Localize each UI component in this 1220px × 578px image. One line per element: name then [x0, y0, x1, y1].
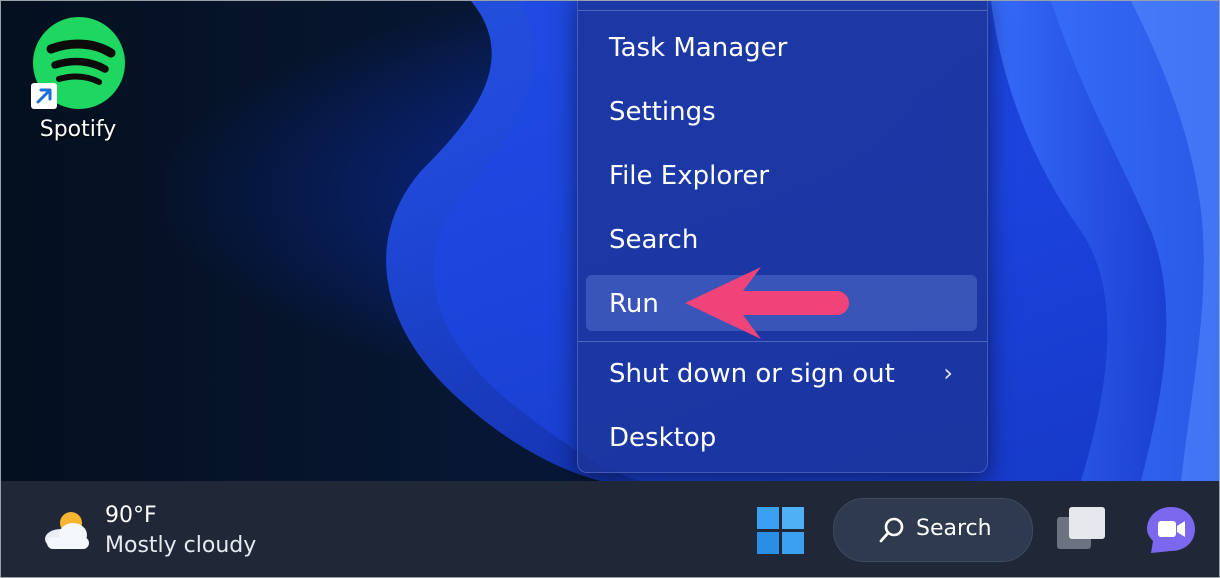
- menu-item-shut-down-or-sign-out[interactable]: Shut down or sign out ›: [586, 345, 977, 401]
- weather-description: Mostly cloudy: [105, 533, 257, 558]
- teams-chat-icon: [1147, 507, 1195, 553]
- search-icon: [879, 517, 904, 543]
- shortcut-arrow-icon: [31, 83, 57, 109]
- menu-separator: [578, 10, 987, 11]
- search-label: Search: [916, 516, 992, 541]
- annotation-arrow-icon: [685, 267, 849, 339]
- weather-temperature: 90°F: [105, 503, 157, 528]
- taskbar: 90°F Mostly cloudy Search: [1, 481, 1219, 577]
- menu-item-label: Desktop: [609, 423, 717, 453]
- menu-item-file-explorer[interactable]: File Explorer: [586, 147, 977, 203]
- menu-item-label: File Explorer: [609, 161, 770, 191]
- menu-item-label: Task Manager: [609, 33, 788, 63]
- menu-item-label: Search: [609, 225, 699, 255]
- winx-context-menu: Task Manager Settings File Explorer Sear…: [577, 1, 988, 473]
- windows-start-icon: [757, 507, 804, 554]
- menu-item-label: Shut down or sign out: [609, 359, 895, 389]
- menu-item-task-manager[interactable]: Task Manager: [586, 19, 977, 75]
- start-button[interactable]: [755, 505, 807, 557]
- desktop-icon-spotify[interactable]: Spotify: [23, 13, 133, 153]
- menu-item-desktop[interactable]: Desktop: [586, 409, 977, 465]
- weather-widget[interactable]: 90°F Mostly cloudy: [39, 503, 299, 563]
- screen-frame: Spotify Task Manager Settings File Explo…: [0, 0, 1220, 578]
- menu-item-settings[interactable]: Settings: [586, 83, 977, 139]
- chevron-right-icon: ›: [943, 359, 953, 387]
- menu-item-search[interactable]: Search: [586, 211, 977, 267]
- partly-cloudy-icon: [45, 512, 89, 549]
- menu-item-label: Settings: [609, 97, 716, 127]
- menu-item-label: Run: [609, 289, 659, 319]
- task-view-button[interactable]: [1055, 505, 1109, 555]
- desktop-icon-label: Spotify: [39, 117, 117, 142]
- teams-chat-button[interactable]: [1145, 505, 1197, 555]
- task-view-icon: [1057, 507, 1105, 549]
- taskbar-search-button[interactable]: Search: [833, 498, 1033, 562]
